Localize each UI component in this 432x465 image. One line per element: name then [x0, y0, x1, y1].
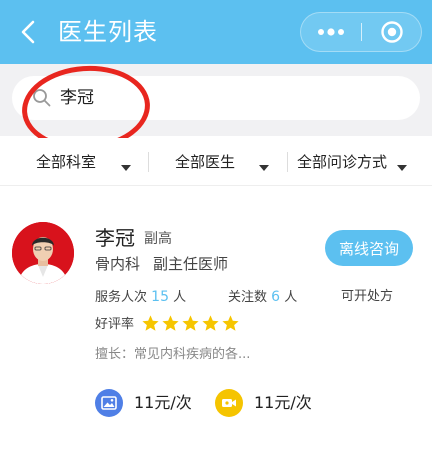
doctor-name: 李冠 — [95, 226, 135, 250]
doctor-title: 副主任医师 — [153, 255, 229, 273]
nav-header: 医生列表 — [0, 0, 432, 64]
filter-doctor-label: 全部医生 — [175, 153, 236, 171]
close-target-icon — [381, 21, 403, 43]
filter-consult-method[interactable]: 全部问诊方式 — [297, 138, 387, 186]
star-icon — [202, 315, 219, 331]
filter-doctor[interactable]: 全部医生 — [175, 138, 235, 186]
followers-value: 6 — [271, 289, 281, 305]
more-icon — [318, 28, 344, 36]
doctor-rank: 副高 — [144, 231, 172, 247]
served-label: 服务人次 — [95, 290, 148, 305]
offline-consult-button[interactable]: 离线咨询 — [325, 230, 413, 266]
filter-bar: 全部科室 全部医生 全部问诊方式 — [0, 138, 432, 186]
page-title: 医生列表 — [58, 18, 158, 46]
close-button[interactable] — [362, 13, 422, 51]
star-icon — [142, 315, 159, 331]
filter-divider — [287, 152, 288, 172]
back-icon[interactable] — [16, 16, 40, 48]
image-consult-icon — [95, 389, 123, 417]
filter-department-caret-icon[interactable] — [121, 165, 131, 171]
filter-department-label: 全部科室 — [36, 153, 97, 171]
filter-divider — [148, 152, 149, 172]
filter-department[interactable]: 全部科室 — [36, 138, 96, 186]
served-count: 服务人次 15 人 — [95, 288, 186, 307]
followers-unit: 人 — [284, 290, 298, 305]
video-consult-price: 11元/次 — [254, 393, 312, 412]
mini-program-capsule — [300, 12, 422, 52]
star-icon — [222, 315, 239, 331]
more-button[interactable] — [301, 13, 361, 51]
rating-stars — [141, 314, 241, 333]
served-unit: 人 — [173, 290, 187, 305]
avatar — [12, 222, 74, 284]
image-consult-price: 11元/次 — [134, 393, 192, 412]
doctor-department: 骨内科 — [95, 255, 141, 273]
prescription-badge: 可开处方 — [341, 289, 394, 304]
video-consult-icon — [215, 389, 243, 417]
followers-count: 关注数 6 人 — [228, 288, 297, 307]
star-icon — [162, 315, 179, 331]
star-icon — [182, 315, 199, 331]
doctor-portrait — [12, 222, 74, 284]
followers-label: 关注数 — [228, 290, 268, 305]
filter-doctor-caret-icon[interactable] — [259, 165, 269, 171]
filter-consult-method-caret-icon[interactable] — [397, 165, 407, 171]
doctor-card[interactable]: 李冠 副高 骨内科 副主任医师 离线咨询 服务人次 15 人 关注数 6 人 可… — [0, 200, 432, 440]
rating-label: 好评率 — [95, 317, 135, 332]
doctor-specialty: 擅长：常见内科疾病的各... — [95, 347, 251, 362]
filter-consult-method-label: 全部问诊方式 — [297, 153, 388, 171]
served-value: 15 — [151, 289, 169, 305]
